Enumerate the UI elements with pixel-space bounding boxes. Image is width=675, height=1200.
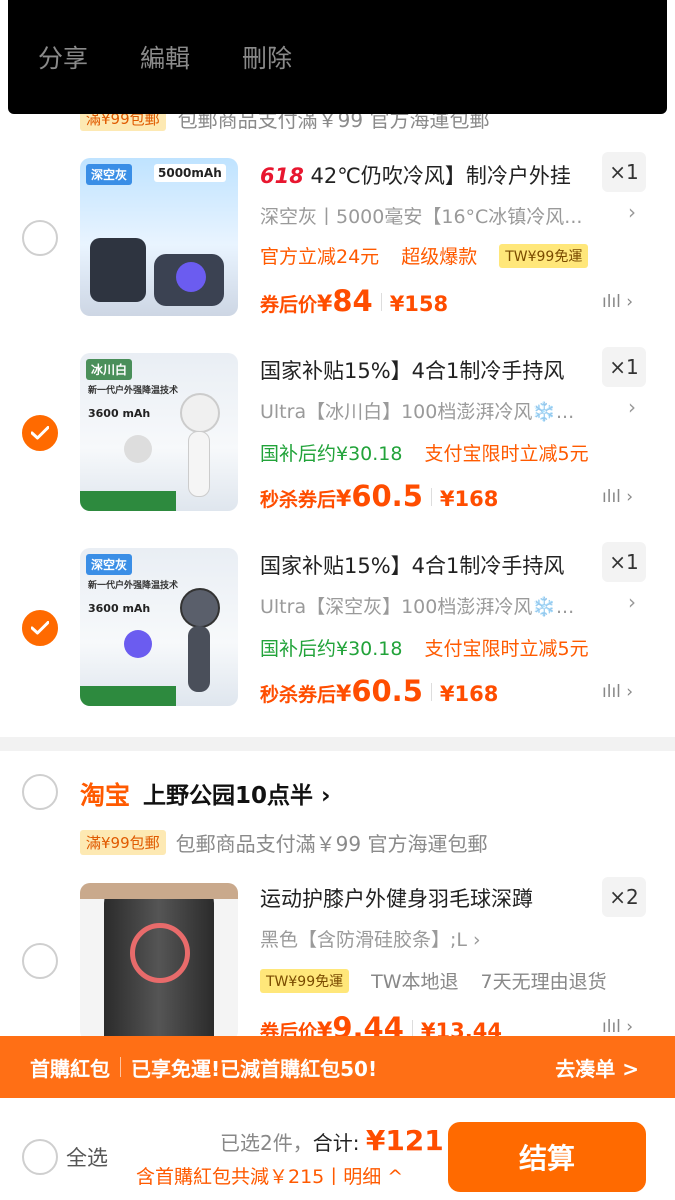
price-value: 84 [332,284,373,318]
shop-checkbox[interactable] [22,774,58,810]
price-value: 60.5 [351,479,423,513]
subsidy-price: 国补后约¥30.18 [260,638,403,660]
shop-name[interactable]: 上野公园10点半 › [143,776,331,810]
promo-row: TW¥99免運 TW本地退 7天无理由退货 [260,967,607,994]
product-image[interactable]: 深空灰 5000mAh [80,158,238,316]
quantity-badge[interactable]: ×1 [602,152,646,192]
item-title[interactable]: 国家补贴15%】4合1制冷手持风 [260,355,600,385]
price-row: 秒杀券后 ¥ 60.5 ¥168 [260,479,498,513]
select-all-label[interactable]: 全选 [66,1142,108,1172]
section-divider [0,737,675,751]
sku-selector[interactable]: 黑色【含防滑硅胶条】;L › [260,925,520,952]
quantity-badge[interactable]: ×1 [602,542,646,582]
original-price: ¥158 [389,292,449,316]
thumb-label: 冰川白 [86,359,133,380]
sku-selector[interactable]: 深空灰丨5000毫安【16°C冰镇冷风... [260,202,620,229]
shipping-note: 包郵商品支付滿￥99 官方海運包郵 [175,832,488,856]
product-image[interactable] [80,883,238,1041]
cart-item[interactable]: 深空灰 新一代户外强降温技术 3600 mAh 国家补贴15%】4合1制冷手持风… [0,540,675,730]
banner-message: 已享免運!已減首購紅包50! [131,1056,378,1081]
item-checkbox[interactable] [22,610,58,646]
price-currency: ¥ [317,292,333,317]
quantity-badge[interactable]: ×1 [602,347,646,387]
shop-name-text: 上野公园10点半 [143,783,314,809]
banner-title: 首購紅包 [30,1056,110,1081]
item-checkbox[interactable] [22,943,58,979]
add-more-link[interactable]: 去凑单 > [555,1053,639,1082]
taobao-logo: 淘宝 [80,781,131,810]
selected-count: 已选2件， [220,1131,313,1155]
thumb-capacity: 3600 mAh [88,407,151,420]
sku-text: 黑色【含防滑硅胶条】;L [260,929,467,951]
cart-item[interactable]: 冰川白 新一代户外强降温技术 3600 mAh 国家补贴15%】4合1制冷手持风… [0,345,675,535]
select-all-checkbox[interactable] [22,1139,58,1175]
thumb-subtitle: 新一代户外强降温技术 [88,581,179,591]
price-row: 券后价 ¥ 84 ¥158 [260,284,448,318]
thumb-capacity: 3600 mAh [88,602,151,615]
item-title[interactable]: 运动护膝户外健身羽毛球深蹲 [260,883,600,913]
local-return-tag: TW本地退 [371,971,459,993]
price-label: 秒杀券后 [260,489,337,511]
price-trend-icon[interactable]: ılıl › [602,1017,633,1037]
total-amount: ¥121 [365,1124,444,1157]
context-menu: 分享 編輯 刪除 [8,0,667,114]
chevron-right-icon[interactable]: › [628,395,636,419]
original-price: ¥168 [439,682,499,706]
price-row: 秒杀券后 ¥ 60.5 ¥168 [260,674,498,708]
thumb-capacity: 5000mAh [154,164,226,182]
item-checkbox[interactable] [22,415,58,451]
item-title[interactable]: 国家补贴15%】4合1制冷手持风 [260,550,600,580]
price-trend-icon[interactable]: ılıl › [602,682,633,702]
thumb-subtitle: 新一代户外强降温技术 [88,386,179,396]
item-title[interactable]: 618 42℃仍吹冷风】制冷户外挂 [260,160,600,190]
total-label: 合计: [312,1131,360,1155]
thumb-label: 深空灰 [86,164,133,185]
thumb-label: 深空灰 [86,554,133,575]
checkout-bar: 全选 已选2件，合计: ¥121 含首購紅包共減￥215丨明细 ^ 结算 [0,1098,675,1200]
promo-618-label: 618 [260,164,304,188]
promo-hot: 超级爆款 [401,246,478,268]
price-value: 60.5 [351,674,423,708]
promo-row: 官方立减24元 超级爆款 TW¥99免運 [260,242,589,269]
total-summary: 已选2件，合计: ¥121 [220,1124,444,1157]
shop-shipping-note: 滿¥99包郵 包郵商品支付滿￥99 官方海運包郵 [80,828,487,857]
price-label: 券后价 [260,294,318,316]
original-price: ¥168 [439,487,499,511]
item-title-text: 42℃仍吹冷风】制冷户外挂 [310,164,571,188]
no-reason-return-tag: 7天无理由退货 [480,971,607,993]
edit-button[interactable]: 編輯 [140,39,190,75]
price-trend-icon[interactable]: ılıl › [602,487,633,507]
alipay-discount: 支付宝限时立减5元 [424,638,589,660]
promo-discount: 官方立减24元 [260,246,380,268]
promo-row: 国补后约¥30.18 支付宝限时立减5元 [260,634,589,661]
alipay-discount: 支付宝限时立减5元 [424,443,589,465]
price-trend-icon[interactable]: ılıl › [602,292,633,312]
promo-row: 国补后约¥30.18 支付宝限时立减5元 [260,439,589,466]
free-shipping-badge: TW¥99免運 [260,968,350,993]
free-shipping-badge: TW¥99免運 [499,243,589,268]
product-image[interactable]: 深空灰 新一代户外强降温技术 3600 mAh [80,548,238,706]
checkout-button[interactable]: 结算 [448,1122,646,1192]
price-label: 秒杀券后 [260,684,337,706]
price-currency: ¥ [336,682,352,707]
delete-button[interactable]: 刪除 [242,39,292,75]
cart-item[interactable]: 深空灰 5000mAh 618 42℃仍吹冷风】制冷户外挂 ×1 深空灰丨500… [0,150,675,340]
free-shipping-tag: 滿¥99包郵 [80,830,166,855]
item-checkbox[interactable] [22,220,58,256]
price-currency: ¥ [336,487,352,512]
quantity-badge[interactable]: ×2 [602,877,646,917]
chevron-right-icon[interactable]: › [628,590,636,614]
chevron-right-icon[interactable]: › [628,200,636,224]
shop-header[interactable]: 淘宝 上野公园10点半 › [0,770,675,816]
product-image[interactable]: 冰川白 新一代户外强降温技术 3600 mAh [80,353,238,511]
subsidy-price: 国补后约¥30.18 [260,443,403,465]
first-order-banner[interactable]: 首購紅包 已享免運!已減首購紅包50! 去凑单 > [0,1036,675,1098]
share-button[interactable]: 分享 [38,39,88,75]
sku-selector[interactable]: Ultra【深空灰】100档澎湃冷风❄️... [260,592,620,619]
discount-detail-link[interactable]: 含首購紅包共減￥215丨明细 ^ [136,1162,403,1189]
sku-selector[interactable]: Ultra【冰川白】100档澎湃冷风❄️... [260,397,620,424]
